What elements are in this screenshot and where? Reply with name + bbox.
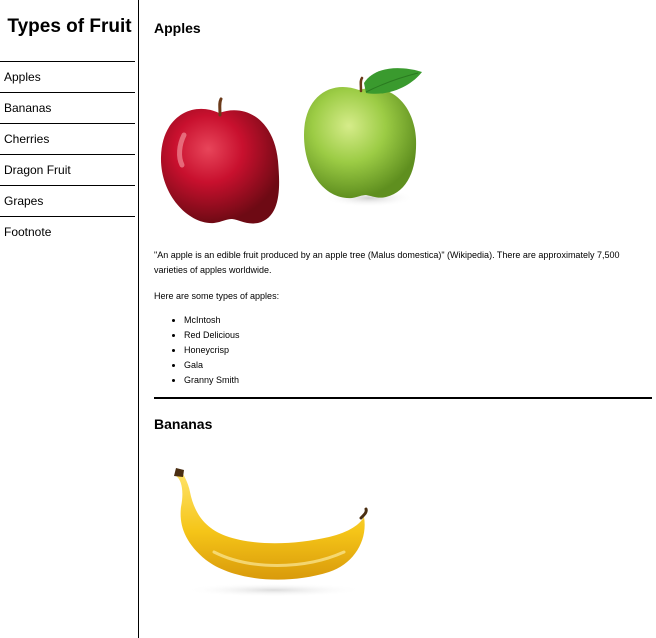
nav-item-bananas[interactable]: Bananas [0, 92, 135, 123]
nav-item-dragon-fruit[interactable]: Dragon Fruit [0, 154, 135, 185]
banana-image [174, 468, 368, 597]
nav-list: Apples Bananas Cherries Dragon Fruit Gra… [0, 61, 135, 247]
nav-item-footnote[interactable]: Footnote [0, 216, 135, 247]
banana [174, 468, 368, 597]
green-apple [304, 68, 422, 207]
list-item: McIntosh [184, 313, 240, 328]
list-item: Red Delicious [184, 328, 240, 343]
section-divider [154, 397, 652, 399]
apples-types-intro: Here are some types of apples: [154, 291, 280, 301]
site-title: Types of Fruit [7, 16, 132, 37]
apples-image [160, 68, 422, 224]
list-item: Gala [184, 358, 240, 373]
red-apple [160, 97, 280, 224]
apple-types-list: McIntosh Red Delicious Honeycrisp Gala G… [154, 313, 240, 388]
bananas-heading: Bananas [154, 416, 213, 432]
nav-item-grapes[interactable]: Grapes [0, 185, 135, 216]
apples-description: "An apple is an edible fruit produced by… [154, 250, 620, 275]
list-item: Granny Smith [184, 373, 240, 388]
list-item: Honeycrisp [184, 343, 240, 358]
nav-item-cherries[interactable]: Cherries [0, 123, 135, 154]
sidebar-nav: Types of Fruit Apples Bananas Cherries D… [0, 0, 139, 638]
main-content: Apples "An apple is an edible fruit prod… [154, 0, 652, 638]
nav-item-apples[interactable]: Apples [0, 61, 135, 92]
apples-heading: Apples [154, 20, 201, 36]
